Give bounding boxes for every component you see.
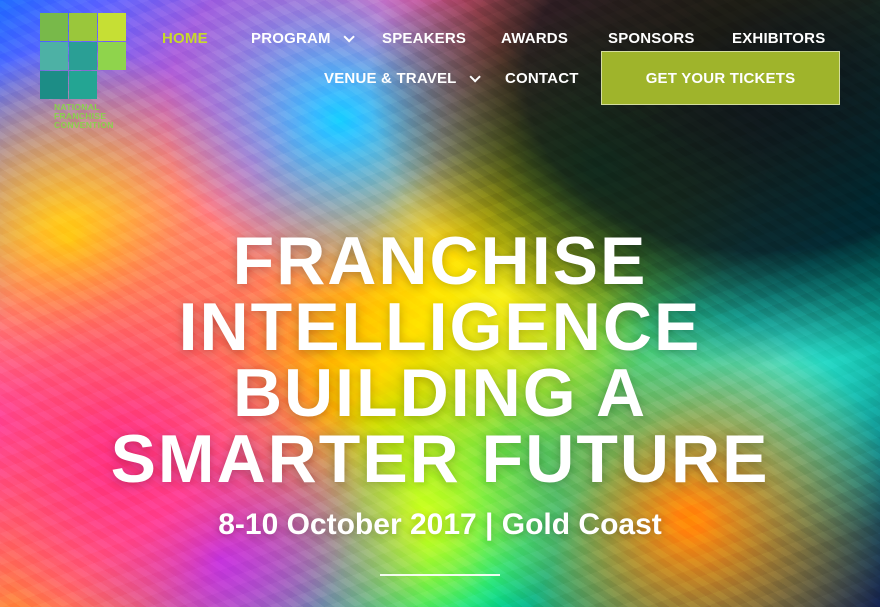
top-navigation: HOME PROGRAM SPEAKERS AWARDS SPONSORS EX… — [0, 0, 880, 110]
nav-exhibitors[interactable]: EXHIBITORS — [732, 30, 825, 47]
page: NATIONAL FRANCHISE CONVENTION HOME PROGR… — [0, 0, 880, 607]
scroll-indicator-line — [380, 574, 500, 576]
headline-line-3: BUILDING A — [232, 355, 648, 431]
nav-venue-travel[interactable]: VENUE & TRAVEL — [324, 70, 481, 87]
nav-awards[interactable]: AWARDS — [501, 30, 568, 47]
nav-program[interactable]: PROGRAM — [251, 30, 355, 47]
chevron-down-icon — [469, 71, 481, 83]
nav-sponsors[interactable]: SPONSORS — [608, 30, 695, 47]
nav-venue-travel-label: VENUE & TRAVEL — [324, 70, 457, 87]
headline-line-1: FRANCHISE — [232, 223, 648, 299]
hero-content: FRANCHISE INTELLIGENCE BUILDING A SMARTE… — [0, 223, 880, 542]
headline-line-4: SMARTER FUTURE — [110, 421, 770, 497]
headline-line-2: INTELLIGENCE — [178, 289, 702, 365]
nav-program-label: PROGRAM — [251, 30, 331, 47]
event-date-location: 8-10 October 2017 | Gold Coast — [218, 508, 662, 541]
nav-speakers[interactable]: SPEAKERS — [382, 30, 466, 47]
hero-headline: FRANCHISE INTELLIGENCE BUILDING A SMARTE… — [0, 223, 880, 497]
logo-text-line: CONVENTION — [54, 120, 114, 130]
get-tickets-button[interactable]: GET YOUR TICKETS — [601, 51, 840, 105]
chevron-down-icon — [343, 31, 355, 43]
nav-home[interactable]: HOME — [162, 30, 208, 47]
nav-contact[interactable]: CONTACT — [505, 70, 579, 87]
